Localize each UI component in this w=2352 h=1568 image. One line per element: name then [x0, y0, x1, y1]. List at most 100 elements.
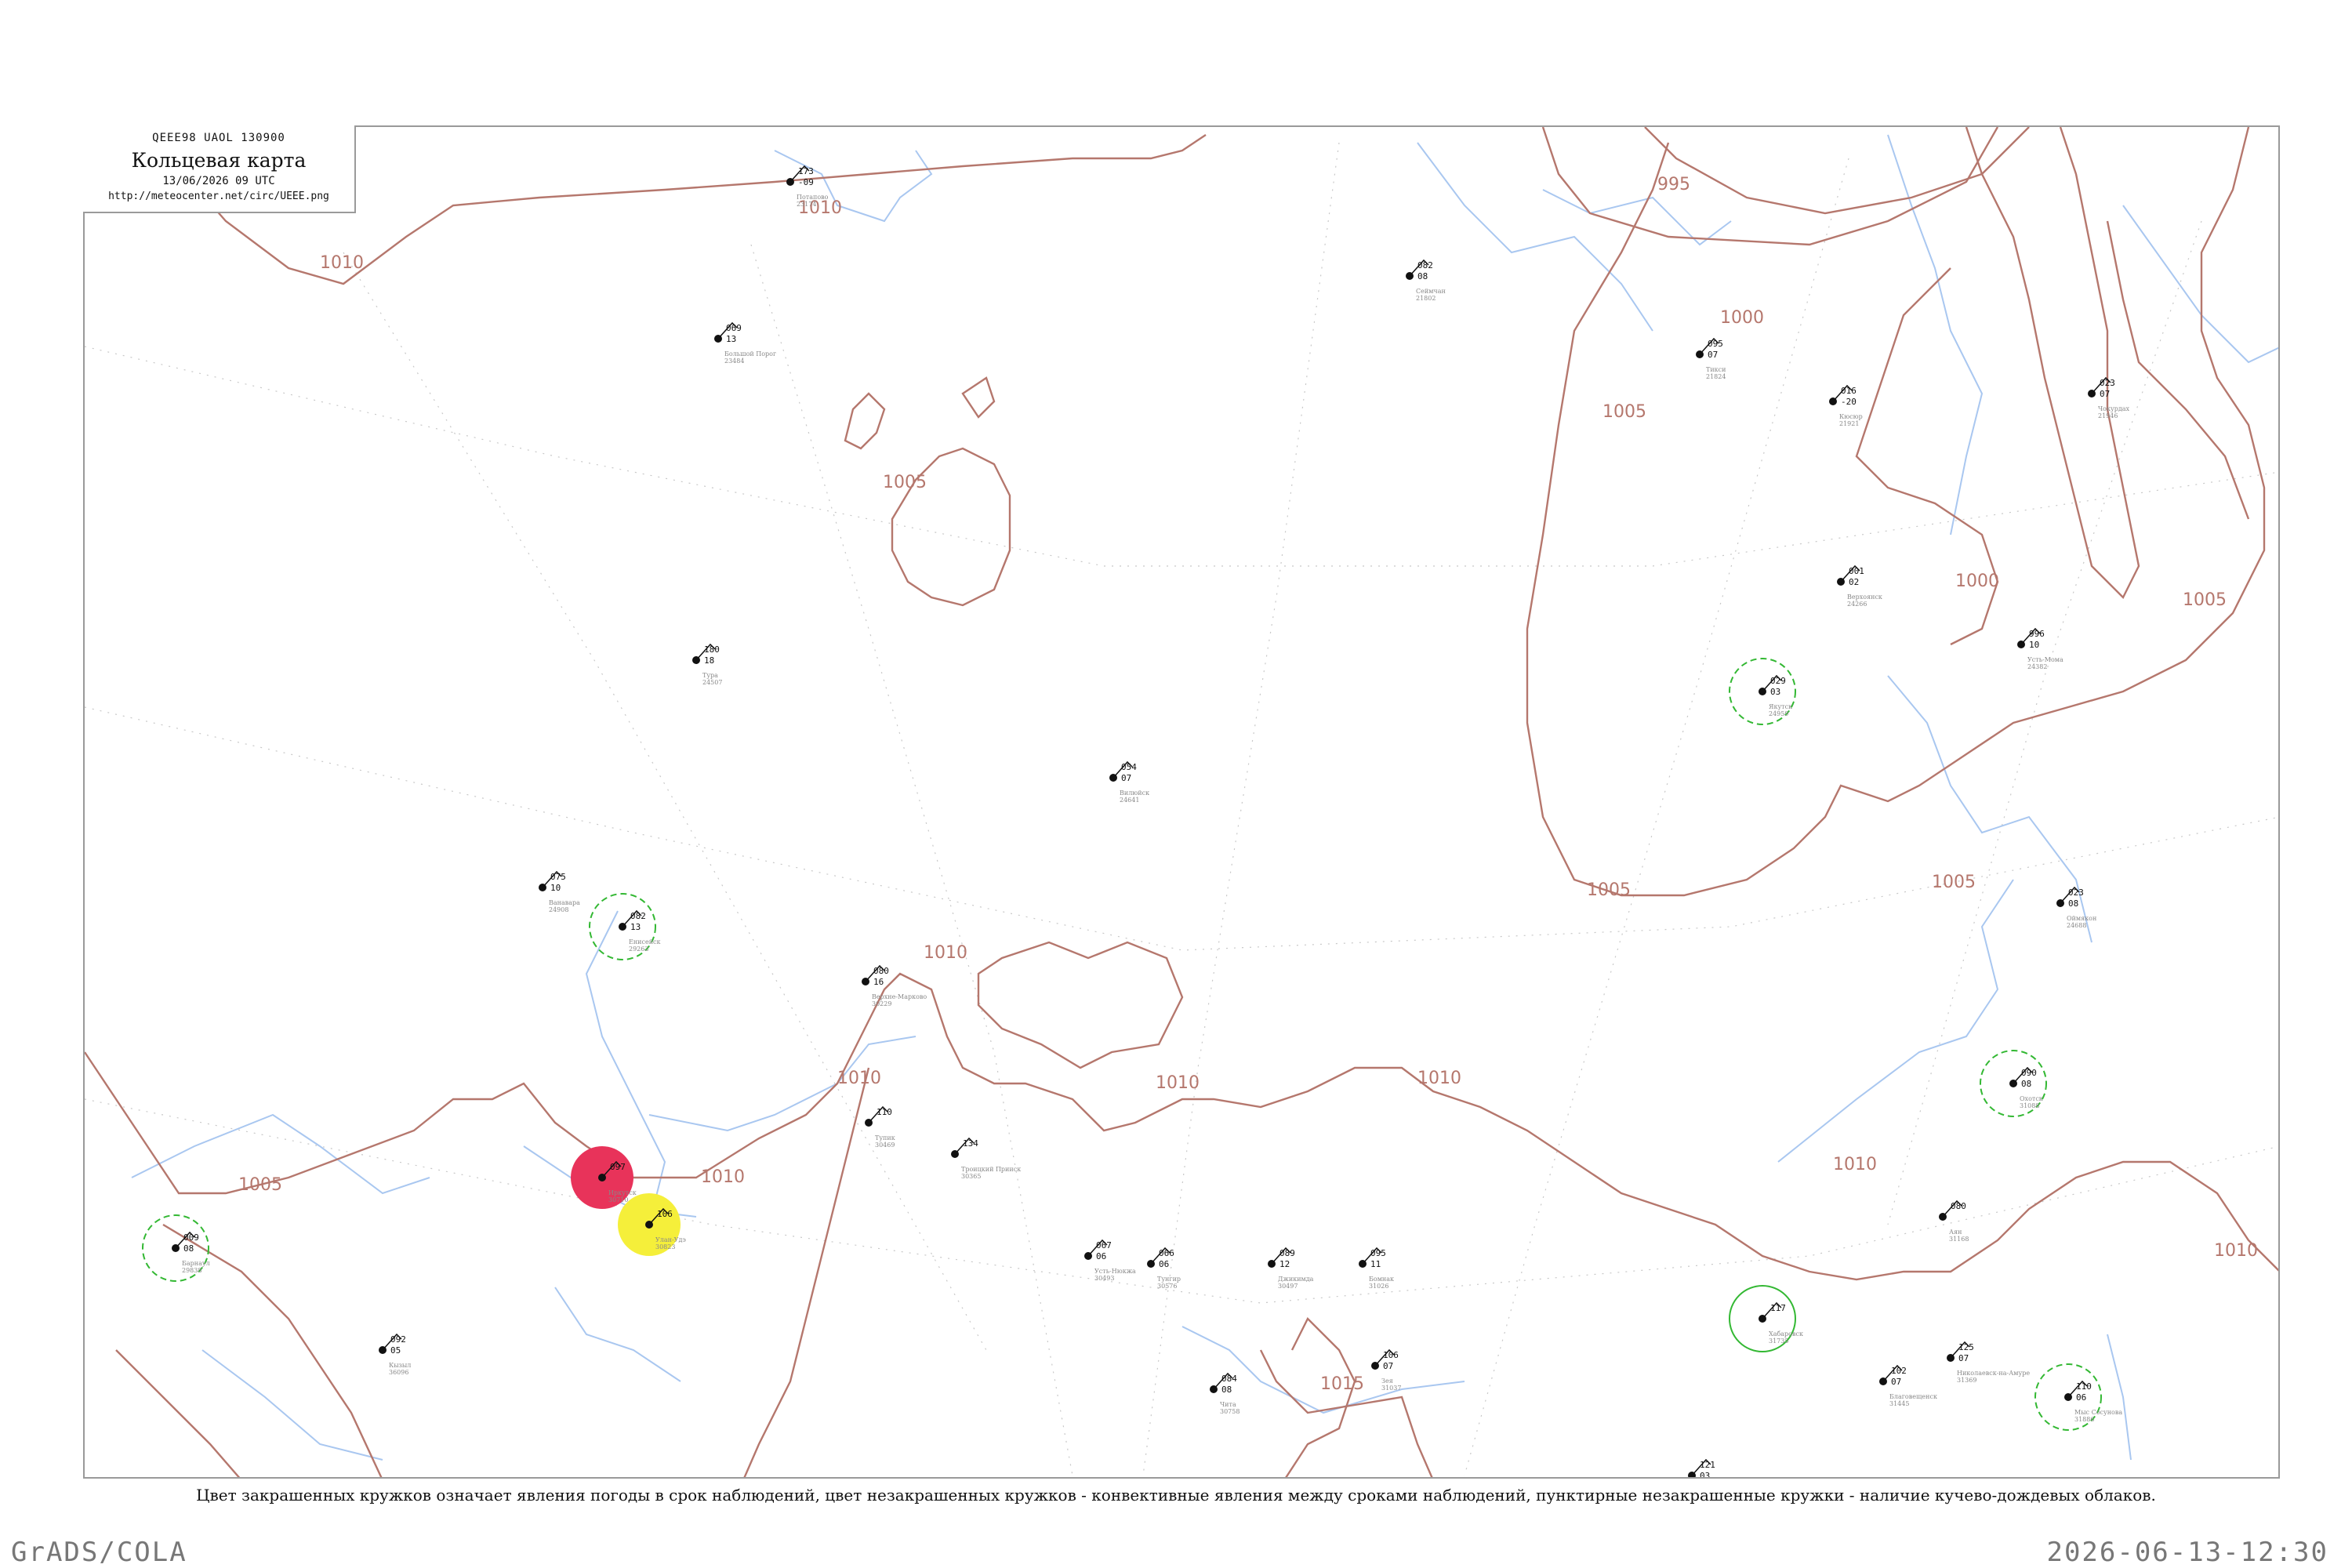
pressure-value: 121	[1700, 1460, 1715, 1470]
station-marker[interactable]: 080 Аян31168	[1939, 1200, 1969, 1243]
station-id: 31026	[1369, 1283, 1388, 1290]
station-marker[interactable]: 06606 Тунгир30576	[1147, 1247, 1181, 1290]
station-name: Аян	[1949, 1229, 1962, 1236]
station-marker[interactable]: 134 Троицкий Прииск30365	[951, 1137, 1021, 1180]
isobar-label: 995	[1657, 175, 1690, 194]
station-name: Верхне-Марково	[872, 993, 927, 1000]
station-marker[interactable]: 08016 Верхне-Марково30229	[862, 964, 927, 1007]
station-name: Троицкий Прииск	[961, 1166, 1021, 1173]
station-marker[interactable]: 08912 Джикимда30497	[1268, 1247, 1314, 1290]
station-name: Джикимда	[1278, 1276, 1314, 1283]
legend-caption: Цвет закрашенных кружков означает явлени…	[196, 1486, 2156, 1504]
pressure-value: 001	[1849, 566, 1864, 576]
station-marker[interactable]: 00908 Барнаул29838	[142, 1214, 210, 1282]
station-id: 29263	[629, 946, 648, 953]
station-marker[interactable]: 08213 Енисейск29263	[589, 893, 661, 960]
pressure-value: 102	[1891, 1366, 1907, 1376]
station-id: 23484	[724, 358, 744, 365]
isobar-label: 1000	[1720, 308, 1764, 328]
station-id: 31735	[1769, 1338, 1788, 1345]
page-title: Кольцевая карта	[131, 149, 307, 172]
pressure-value: 134	[963, 1138, 978, 1149]
station-name: Улан-Удэ	[655, 1236, 686, 1243]
weather-map[interactable]: 1010 1010 1005 995 1000 1005 1000 1005 1…	[85, 127, 2280, 1479]
pressure-value: 023	[2100, 378, 2115, 388]
tendency-value: 08	[2068, 898, 2078, 909]
station-marker[interactable]: 08208 Сеймчан21802	[1406, 259, 1446, 302]
station-id: 31168	[1949, 1236, 1969, 1243]
station-marker[interactable]: 016-20 Кюсюр21921	[1829, 384, 1863, 427]
isobar-label: 1005	[238, 1175, 282, 1195]
station-marker[interactable]: 09008 Охотск31088	[1980, 1050, 2047, 1117]
tendency-value: 03	[1770, 687, 1780, 697]
station-name: Охотск	[2020, 1095, 2043, 1102]
station-name: Верхоянск	[1847, 593, 1882, 601]
isobar-label: 1000	[1955, 572, 1999, 591]
pressure-value: 097	[610, 1162, 626, 1172]
tendency-value: 10	[550, 883, 561, 893]
pressure-value: 009	[183, 1232, 199, 1243]
tendency-value: 07	[2100, 389, 2110, 399]
station-marker[interactable]: 106 Улан-Удэ30823	[618, 1193, 686, 1256]
station-id: 21921	[1839, 420, 1859, 427]
tendency-value: 06	[2076, 1392, 2086, 1403]
station-name: Мыс Сосунова	[2074, 1409, 2122, 1416]
tendency-value: 02	[1849, 577, 1859, 587]
pressure-value: 110	[2076, 1381, 2092, 1392]
station-name: Якутск	[1769, 703, 1792, 710]
pressure-value: 092	[390, 1334, 406, 1345]
station-marker[interactable]: 02307 Чокурдах21946	[2088, 376, 2130, 419]
station-name: Николаевск-на-Амуре	[1957, 1370, 2030, 1377]
station-id: 30493	[1094, 1275, 1114, 1282]
station-marker[interactable]: 00102 Верхоянск24266	[1837, 564, 1882, 608]
station-marker[interactable]: 08408 Чита30758	[1210, 1372, 1240, 1415]
station-marker[interactable]: 02903 Якутск24959	[1729, 658, 1796, 725]
station-name: Барнаул	[182, 1260, 210, 1267]
station-name: Большой Порог	[724, 350, 776, 358]
station-marker[interactable]: 09511 Бомнак31026	[1359, 1247, 1394, 1290]
pressure-value: 180	[704, 644, 720, 655]
pressure-value: 095	[1370, 1248, 1386, 1258]
pressure-value: 082	[630, 911, 646, 921]
station-id: 24507	[702, 679, 722, 686]
tendency-value: -20	[1841, 397, 1857, 407]
isobar-label: 1010	[837, 1069, 881, 1088]
station-marker[interactable]: 10207 Благовещенск31445	[1879, 1364, 1937, 1407]
map-frame: 1010 1010 1005 995 1000 1005 1000 1005 1…	[83, 125, 2280, 1479]
station-marker[interactable]: 12507 Николаевск-на-Амуре31369	[1947, 1341, 2030, 1384]
station-marker[interactable]: 05407 Вилюйск24641	[1109, 760, 1149, 804]
station-id: 30823	[655, 1243, 675, 1250]
station-id: 21802	[1416, 295, 1436, 302]
station-marker[interactable]: 110 Тупик30469	[865, 1105, 895, 1149]
map-datetime: 13/06/2026 09 UTC	[162, 175, 275, 187]
station-id: 30229	[872, 1000, 891, 1007]
station-id: 31037	[1381, 1385, 1401, 1392]
tendency-value: 18	[704, 655, 714, 666]
station-name: Сеймчан	[1416, 288, 1446, 295]
station-marker[interactable]: 097 Иркутск30710	[571, 1146, 637, 1209]
station-marker[interactable]: 02308 Оймякон24688	[2056, 886, 2096, 929]
tendency-value: 16	[873, 977, 884, 987]
isobar-label: 1005	[883, 473, 927, 492]
pressure-value: 095	[1708, 339, 1723, 349]
station-name: Потапово	[797, 194, 829, 201]
station-marker[interactable]: 10607 Зея31037	[1371, 1348, 1401, 1392]
isobar-label: 1010	[924, 943, 967, 963]
station-id: 24382	[2027, 663, 2047, 670]
station-marker[interactable]: 06706 Усть-Нюкжа30493	[1084, 1239, 1136, 1282]
station-name: Чита	[1220, 1401, 1236, 1408]
station-marker[interactable]: 117 Хабаровск31735	[1729, 1285, 1803, 1352]
station-marker[interactable]: 09205 Кызыл36096	[379, 1333, 411, 1376]
station-marker[interactable]: 06913 Большой Порог23484	[714, 321, 776, 365]
station-marker[interactable]: 18018 Тура24507	[692, 643, 722, 686]
isobar-label: 1010	[1156, 1073, 1200, 1093]
station-marker[interactable]: 11006 Мыс Сосунова31886	[2034, 1363, 2122, 1431]
station-id: 31369	[1957, 1377, 1976, 1384]
isobar-label: 1005	[2183, 590, 2227, 610]
station-name: Чокурдах	[2098, 405, 2130, 412]
station-marker[interactable]: 12103Магдагачи31299	[1688, 1458, 1734, 1479]
station-marker[interactable]: 07510 Ванавара24908	[539, 870, 580, 913]
station-marker[interactable]: 99610 Усть-Мома24382	[2017, 627, 2063, 670]
station-marker[interactable]: 09507 Тикси21824	[1696, 337, 1726, 380]
isobar-label: 1015	[1320, 1374, 1364, 1394]
